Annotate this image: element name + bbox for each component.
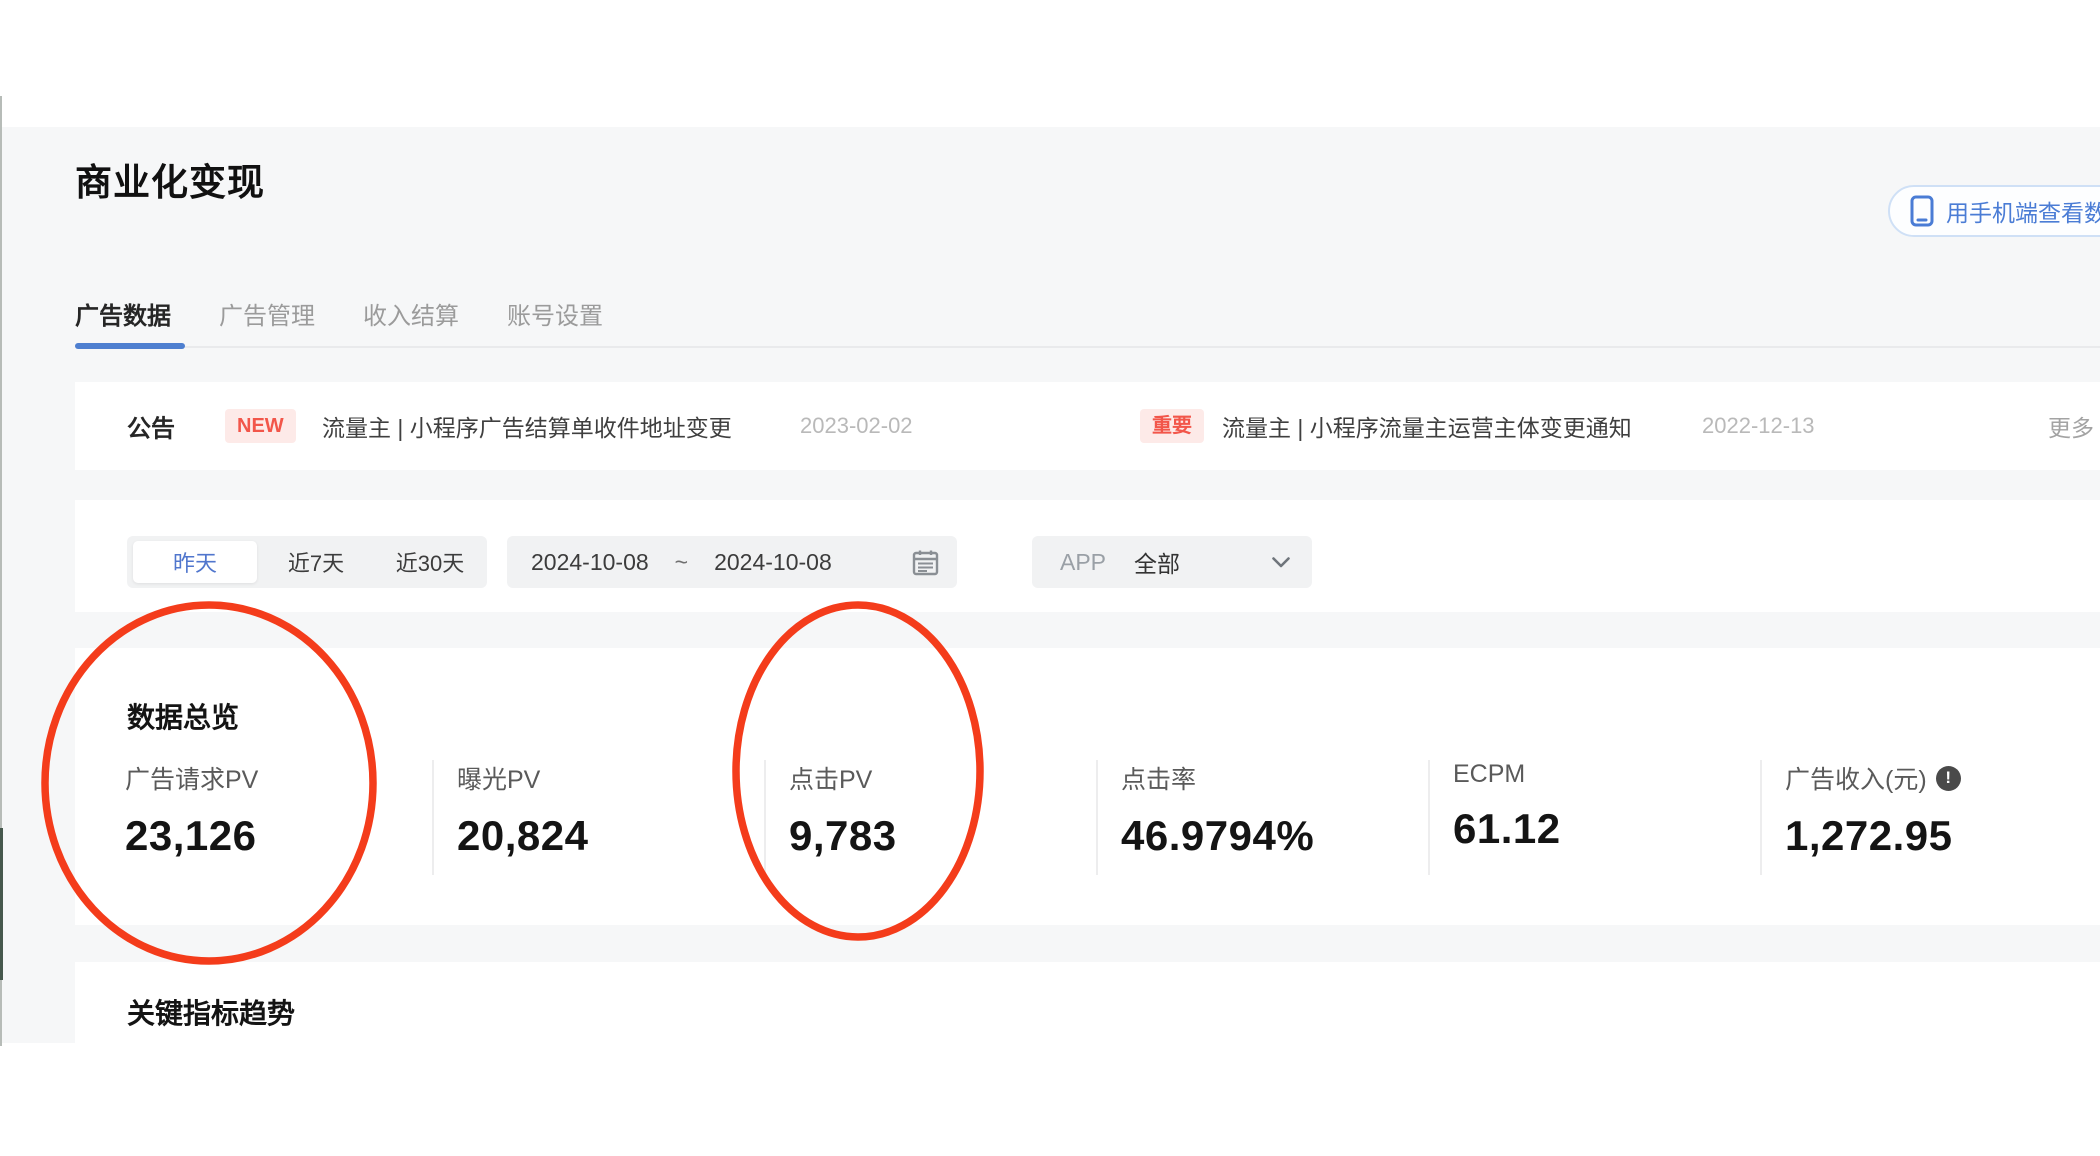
metric-value: 46.9794%	[1121, 812, 1315, 859]
trend-section-title: 关键指标趋势	[127, 998, 296, 1029]
metric-label: 曝光PV	[457, 766, 541, 794]
range-yesterday-button[interactable]: 昨天	[133, 541, 257, 583]
data-overview-section: 数据总览 广告请求PV 23,126 曝光PV 20,824 点击PV 9,78…	[75, 648, 2100, 925]
announcement-date-2: 2022-12-13	[1702, 413, 1815, 438]
metric-value: 20,824	[457, 812, 589, 859]
announcement-bar: 公告 NEW 流量主 | 小程序广告结算单收件地址变更 2023-02-02 重…	[75, 382, 2100, 470]
metric-value: 9,783	[789, 812, 897, 859]
chevron-down-icon	[1272, 556, 1290, 567]
tab-ad-data[interactable]: 广告数据	[75, 296, 171, 331]
metric-label: 广告收入(元) !	[1785, 760, 1961, 796]
monetization-console: 商业化变现 用手机端查看数据 广告数据 广告管理 收入结算 账号设置 公告 NE…	[0, 0, 2100, 1156]
metric-click-pv: 点击PV 9,783	[789, 760, 897, 860]
announcement-date-1: 2023-02-02	[800, 413, 913, 438]
metric-exposure-pv: 曝光PV 20,824	[457, 760, 588, 860]
announcement-link-2[interactable]: 流量主 | 小程序流量主运营主体变更通知	[1222, 409, 1632, 443]
metric-ecpm: ECPM 61.12	[1453, 760, 1561, 853]
quick-range-segmented-control: 昨天 近7天 近30天	[127, 536, 487, 588]
metric-ad-income: 广告收入(元) ! 1,272.95	[1785, 760, 1961, 860]
metric-value: 61.12	[1453, 805, 1561, 852]
metric-label: 广告请求PV	[125, 766, 259, 794]
screen-edge-artifact-dark	[0, 828, 3, 980]
view-on-phone-label: 用手机端查看数据	[1946, 200, 2100, 226]
metric-divider	[1096, 760, 1098, 875]
page-title: 商业化变现	[75, 162, 265, 203]
filter-bar: 昨天 近7天 近30天 2024-10-08 ~ 2024-10-08 APP …	[75, 500, 2100, 612]
app-filter-value: 全部	[1134, 551, 1181, 577]
key-trend-section: 关键指标趋势	[75, 962, 2100, 1156]
range-30days-button[interactable]: 近30天	[375, 536, 485, 588]
announcement-badge-important: 重要	[1140, 409, 1204, 443]
calendar-icon	[912, 550, 939, 575]
metric-label: ECPM	[1453, 760, 1526, 788]
tab-ad-management[interactable]: 广告管理	[219, 296, 315, 331]
announcement-more-link[interactable]: 更多	[2048, 409, 2094, 443]
date-range-end: 2024-10-08	[714, 548, 832, 575]
info-icon[interactable]: !	[1935, 765, 1961, 791]
tab-account-settings[interactable]: 账号设置	[507, 296, 603, 331]
tab-divider	[75, 346, 2100, 348]
range-7days-button[interactable]: 近7天	[257, 536, 375, 588]
view-on-phone-button[interactable]: 用手机端查看数据	[1888, 185, 2100, 237]
metric-divider	[764, 760, 766, 875]
announcement-badge-new: NEW	[225, 409, 296, 443]
tab-bar: 广告数据 广告管理 收入结算 账号设置	[75, 296, 603, 331]
announcement-label: 公告	[127, 415, 175, 443]
date-range-picker[interactable]: 2024-10-08 ~ 2024-10-08	[507, 536, 957, 588]
metric-value: 23,126	[125, 812, 257, 859]
date-range-separator: ~	[674, 548, 689, 575]
date-range-start: 2024-10-08	[531, 548, 649, 575]
phone-icon	[1910, 195, 1934, 227]
metric-label: 点击率	[1121, 766, 1197, 794]
metric-value: 1,272.95	[1785, 812, 1953, 859]
metric-divider	[1428, 760, 1430, 875]
tab-income-settlement[interactable]: 收入结算	[363, 296, 459, 331]
metric-click-rate: 点击率 46.9794%	[1121, 760, 1314, 860]
app-filter-select[interactable]: APP 全部	[1032, 536, 1312, 588]
active-tab-indicator	[75, 343, 185, 349]
metric-label: 点击PV	[789, 766, 873, 794]
announcement-link-1[interactable]: 流量主 | 小程序广告结算单收件地址变更	[322, 409, 732, 443]
app-filter-label: APP	[1060, 548, 1107, 575]
metric-divider	[1760, 760, 1762, 875]
metric-ad-request-pv: 广告请求PV 23,126	[125, 760, 258, 860]
metric-label-text: 广告收入(元)	[1785, 766, 1927, 794]
metric-divider	[432, 760, 434, 875]
overview-section-title: 数据总览	[127, 702, 240, 733]
